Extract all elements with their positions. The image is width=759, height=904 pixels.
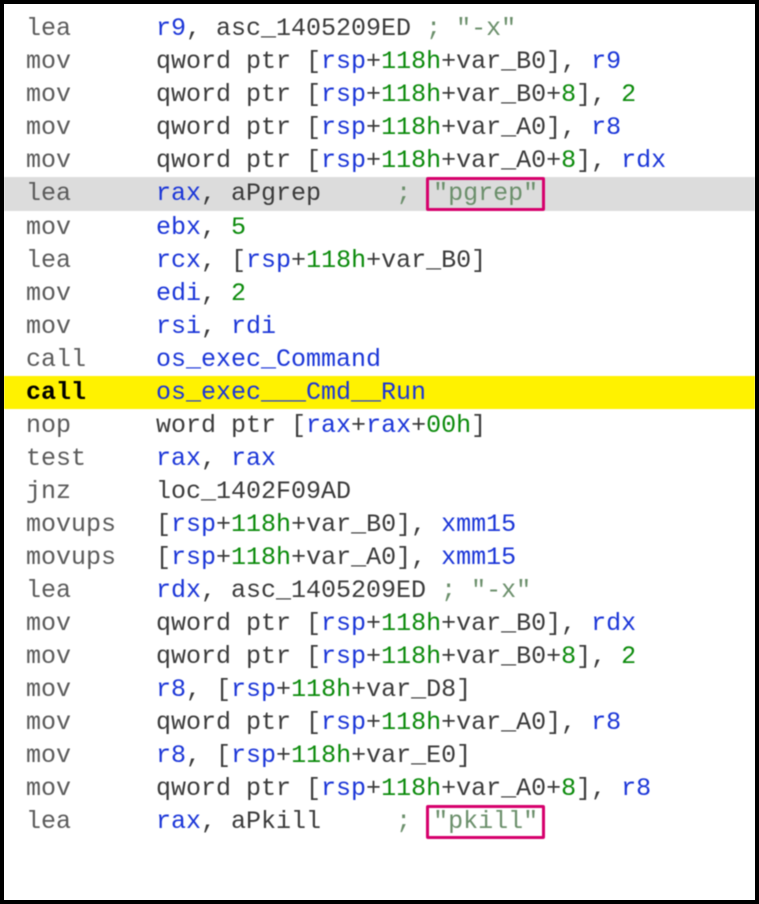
mnemonic: mov [26,739,156,772]
operands: qword ptr [rsp+118h+var_A0], r8 [156,113,621,142]
mnemonic: call [26,343,156,376]
asm-line: learax, aPkill ; "pkill" [4,805,755,839]
asm-line: movups[rsp+118h+var_B0], xmm15 [4,508,755,541]
asm-line: callos_exec___Cmd__Run [4,376,755,409]
asm-line: movqword ptr [rsp+118h+var_B0+8], 2 [4,78,755,111]
asm-line: movqword ptr [rsp+118h+var_A0+8], rdx [4,144,755,177]
mnemonic: mov [26,277,156,310]
asm-line: callos_exec_Command [4,343,755,376]
operands: qword ptr [rsp+118h+var_B0+8], 2 [156,642,636,671]
mnemonic: mov [26,706,156,739]
asm-line: jnzloc_1402F09AD [4,475,755,508]
operands: qword ptr [rsp+118h+var_A0+8], rdx [156,146,666,175]
comment: ; "-x" [426,576,531,605]
operands: [rsp+118h+var_B0], xmm15 [156,510,516,539]
asm-line: movebx, 5 [4,211,755,244]
mnemonic: jnz [26,475,156,508]
mnemonic: mov [26,607,156,640]
operands: ebx, 5 [156,213,246,242]
asm-line: movqword ptr [rsp+118h+var_B0], rdx [4,607,755,640]
asm-line: movedi, 2 [4,277,755,310]
operands: rcx, [rsp+118h+var_B0] [156,246,486,275]
asm-line: movr8, [rsp+118h+var_E0] [4,739,755,772]
mnemonic: movups [26,541,156,574]
operands: rsi, rdi [156,312,276,341]
mnemonic: test [26,442,156,475]
mnemonic: mov [26,211,156,244]
asm-line: movups[rsp+118h+var_A0], xmm15 [4,541,755,574]
highlight-box: "pgrep" [426,177,545,211]
operands: rax, aPgrep [156,179,321,208]
mnemonic: mov [26,673,156,706]
operands: rax, rax [156,444,276,473]
mnemonic: mov [26,144,156,177]
asm-line: leardx, asc_1405209ED ; "-x" [4,574,755,607]
mnemonic: mov [26,78,156,111]
operands: [rsp+118h+var_A0], xmm15 [156,543,516,572]
mnemonic: lea [26,12,156,45]
asm-line: movqword ptr [rsp+118h+var_A0], r8 [4,706,755,739]
comment: ; "pgrep" [381,179,545,208]
disassembly-frame: lear9, asc_1405209ED ; "-x"movqword ptr … [0,0,759,904]
mnemonic: lea [26,244,156,277]
asm-line: learax, aPgrep ; "pgrep" [4,177,755,211]
operands: qword ptr [rsp+118h+var_A0], r8 [156,708,621,737]
highlight-box: "pkill" [426,805,545,839]
operands: r8, [rsp+118h+var_E0] [156,741,471,770]
operands: loc_1402F09AD [156,477,351,506]
operands: qword ptr [rsp+118h+var_A0+8], r8 [156,774,651,803]
operands: qword ptr [rsp+118h+var_B0+8], 2 [156,80,636,109]
mnemonic: nop [26,409,156,442]
operands: rdx, asc_1405209ED [156,576,426,605]
mnemonic: mov [26,310,156,343]
asm-line: movqword ptr [rsp+118h+var_B0], r9 [4,45,755,78]
comment: ; "pkill" [381,807,545,836]
asm-line: movqword ptr [rsp+118h+var_A0+8], r8 [4,772,755,805]
operands: qword ptr [rsp+118h+var_B0], r9 [156,47,621,76]
asm-line: movqword ptr [rsp+118h+var_A0], r8 [4,111,755,144]
mnemonic: mov [26,640,156,673]
asm-line: learcx, [rsp+118h+var_B0] [4,244,755,277]
asm-line: movr8, [rsp+118h+var_D8] [4,673,755,706]
operands: r8, [rsp+118h+var_D8] [156,675,471,704]
operands: os_exec___Cmd__Run [156,378,426,407]
mnemonic: mov [26,772,156,805]
mnemonic: lea [26,177,156,210]
mnemonic: mov [26,45,156,78]
operands: rax, aPkill [156,807,321,836]
mnemonic: lea [26,805,156,838]
operands: os_exec_Command [156,345,381,374]
comment: ; "-x" [411,14,516,43]
asm-line: movqword ptr [rsp+118h+var_B0+8], 2 [4,640,755,673]
mnemonic: movups [26,508,156,541]
disassembly-listing: lear9, asc_1405209ED ; "-x"movqword ptr … [4,4,755,839]
mnemonic: mov [26,111,156,144]
operands: word ptr [rax+rax+00h] [156,411,486,440]
mnemonic: call [26,376,156,409]
asm-line: movrsi, rdi [4,310,755,343]
asm-line: testrax, rax [4,442,755,475]
asm-line: lear9, asc_1405209ED ; "-x" [4,12,755,45]
operands: qword ptr [rsp+118h+var_B0], rdx [156,609,636,638]
asm-line: nopword ptr [rax+rax+00h] [4,409,755,442]
mnemonic: lea [26,574,156,607]
operands: edi, 2 [156,279,246,308]
operands: r9, asc_1405209ED [156,14,411,43]
